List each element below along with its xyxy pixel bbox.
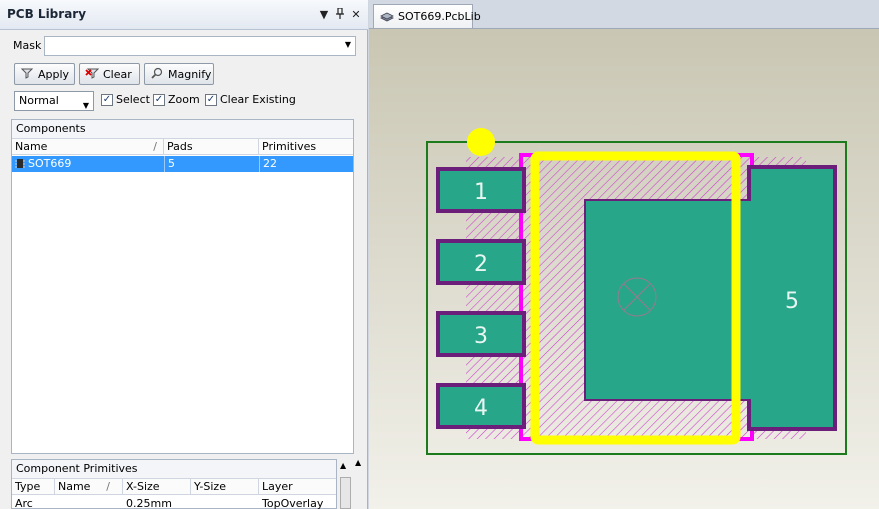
- clear-filter-icon: [85, 67, 100, 82]
- document-area: SOT669.PcbLib 1 2 3 4 5: [369, 0, 879, 509]
- zoom-checkbox-label: Zoom: [168, 93, 200, 106]
- pad-4[interactable]: 4: [436, 383, 526, 429]
- apply-label: Apply: [38, 67, 70, 81]
- select-checkbox-label: Select: [116, 93, 150, 106]
- component-name-cell: SOT669: [12, 156, 164, 172]
- mask-label: Mask: [13, 39, 42, 52]
- column-header-y-size[interactable]: Y-Size: [191, 479, 259, 495]
- sort-icon: /: [153, 140, 157, 153]
- scroll-thumb[interactable]: [340, 477, 351, 509]
- collapse-up-icon[interactable]: ▲: [355, 458, 361, 467]
- table-row[interactable]: Arc 0.25mm TopOverlay: [12, 496, 336, 509]
- chevron-down-icon[interactable]: ▼: [83, 97, 89, 115]
- components-grid: Components Name / Pads Primitives SOT669…: [11, 119, 354, 454]
- primitive-y-size-cell: [191, 496, 259, 509]
- panel-menu-icon[interactable]: ▼: [318, 8, 330, 21]
- column-header-name[interactable]: Name /: [12, 139, 164, 155]
- column-header-primitives[interactable]: Primitives: [259, 139, 355, 155]
- clear-label: Clear: [103, 67, 132, 81]
- sort-icon: /: [106, 480, 110, 493]
- chevron-down-icon[interactable]: ▼: [345, 40, 351, 49]
- pad-4-label: 4: [474, 396, 488, 421]
- column-header-x-size[interactable]: X-Size: [123, 479, 191, 495]
- filter-icon: [20, 67, 34, 82]
- column-header-type[interactable]: Type: [12, 479, 55, 495]
- checkmark-icon[interactable]: ✓: [101, 93, 113, 106]
- components-title: Components: [12, 120, 353, 139]
- magnify-button[interactable]: Magnify: [144, 63, 214, 85]
- pcb-library-icon: [380, 11, 394, 23]
- clear-button[interactable]: Clear: [79, 63, 140, 85]
- primitives-scrollbar[interactable]: ▲: [337, 459, 354, 509]
- pad-1[interactable]: 1: [436, 167, 526, 213]
- panel-title-bar: PCB Library ▼ ✕: [0, 0, 368, 30]
- component-pads-cell: 5: [164, 156, 259, 172]
- tab-label: SOT669.PcbLib: [398, 10, 481, 23]
- clear-existing-checkbox-label: Clear Existing: [220, 93, 296, 106]
- pad-5-label: 5: [785, 289, 799, 314]
- component-primitives-title: Component Primitives: [12, 460, 336, 479]
- pin1-marker: [467, 128, 495, 156]
- thermal-pad-fill: [586, 201, 752, 399]
- column-header-layer[interactable]: Layer: [259, 479, 338, 495]
- filter-mode-value: Normal: [19, 94, 59, 107]
- scroll-up-icon[interactable]: ▲: [340, 461, 346, 470]
- primitive-type-cell: Arc: [15, 497, 33, 509]
- pcb-canvas[interactable]: 1 2 3 4 5: [369, 28, 879, 509]
- close-icon[interactable]: ✕: [350, 8, 362, 21]
- select-checkbox[interactable]: ✓ Select: [101, 93, 150, 106]
- zoom-checkbox[interactable]: ✓ Zoom: [153, 93, 200, 106]
- checkmark-icon[interactable]: ✓: [153, 93, 165, 106]
- pad-3[interactable]: 3: [436, 311, 526, 357]
- table-row[interactable]: SOT669 5 22: [12, 156, 353, 172]
- pcb-library-panel: PCB Library ▼ ✕ Mask ▼ Apply Clear Magni…: [0, 0, 368, 509]
- component-primitives-cell: 22: [259, 156, 355, 172]
- magnify-label: Magnify: [168, 67, 212, 81]
- column-header-name[interactable]: Name /: [55, 479, 123, 495]
- apply-button[interactable]: Apply: [14, 63, 75, 85]
- filter-mode-select[interactable]: Normal ▼: [14, 91, 94, 111]
- pad-2[interactable]: 2: [436, 239, 526, 285]
- pad-1-label: 1: [474, 180, 488, 205]
- panel-title: PCB Library: [7, 7, 87, 21]
- footprint-view[interactable]: 1 2 3 4 5: [369, 29, 879, 509]
- magnifier-icon: [150, 67, 164, 82]
- primitive-name-cell: [55, 496, 123, 509]
- component-primitives-grid: Component Primitives Type Name / X-Size …: [11, 459, 337, 509]
- components-header: Name / Pads Primitives: [12, 139, 353, 155]
- primitives-header: Type Name / X-Size Y-Size Layer: [12, 479, 336, 495]
- pad-3-label: 3: [474, 324, 488, 349]
- pin-icon[interactable]: [334, 7, 346, 22]
- column-header-pads[interactable]: Pads: [164, 139, 259, 155]
- clear-existing-checkbox[interactable]: ✓ Clear Existing: [205, 93, 296, 106]
- pad-5[interactable]: 5: [584, 165, 837, 431]
- tab-sot669-pcblib[interactable]: SOT669.PcbLib: [373, 4, 481, 28]
- checkmark-icon[interactable]: ✓: [205, 93, 217, 106]
- pad-2-label: 2: [474, 252, 488, 277]
- chip-icon: [15, 158, 25, 169]
- primitive-layer-cell: TopOverlay: [262, 497, 324, 509]
- mask-input[interactable]: ▼: [44, 36, 356, 56]
- primitive-x-size-cell: 0.25mm: [126, 497, 172, 509]
